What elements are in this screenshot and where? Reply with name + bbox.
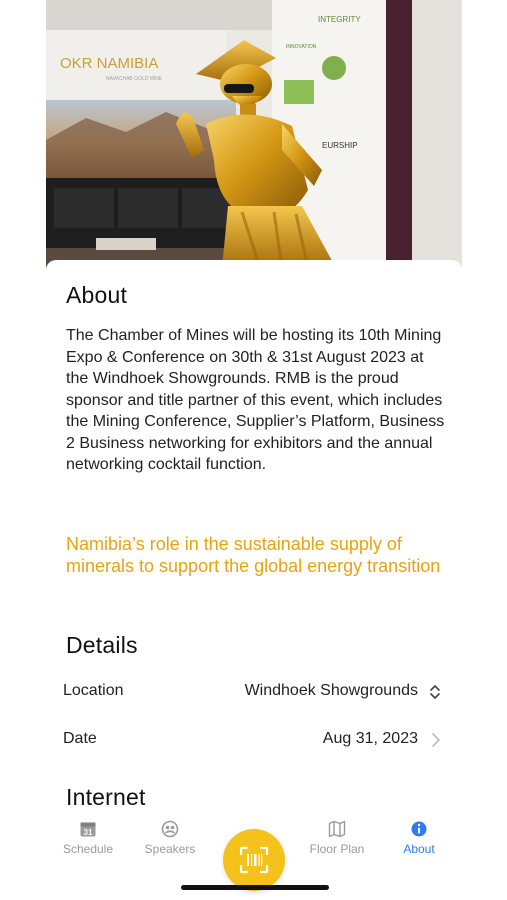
about-description: The Chamber of Mines will be hosting its… xyxy=(66,327,445,473)
svg-text:NAVACHAB GOLD MINE: NAVACHAB GOLD MINE xyxy=(106,76,163,82)
tab-floor-plan[interactable]: Floor Plan xyxy=(297,820,377,856)
barcode-scan-icon xyxy=(239,846,269,874)
location-label: Location xyxy=(63,682,124,699)
info-icon xyxy=(411,821,427,837)
event-theme: Namibia’s role in the sustainable supply… xyxy=(66,534,441,576)
chevron-right-icon xyxy=(432,733,440,747)
internet-heading: Internet xyxy=(66,784,146,810)
tab-floor-plan-label: Floor Plan xyxy=(309,842,365,856)
svg-text:OKR NAMIBIA: OKR NAMIBIA xyxy=(60,55,158,72)
tab-schedule[interactable]: 31 Schedule xyxy=(48,820,128,856)
up-down-chevron-icon xyxy=(430,685,440,699)
svg-text:INTEGRITY: INTEGRITY xyxy=(318,15,361,24)
details-heading: Details xyxy=(66,632,138,658)
location-value: Windhoek Showgrounds xyxy=(244,682,418,699)
hero-photo: OKR NAMIBIA NAVACHAB GOLD MINE INTEGRITY… xyxy=(46,0,462,268)
tab-about-label: About xyxy=(403,842,435,856)
svg-text:EURSHIP: EURSHIP xyxy=(322,141,358,150)
tab-speakers[interactable]: Speakers xyxy=(130,820,210,856)
date-value: Aug 31, 2023 xyxy=(322,730,418,747)
calendar-icon: 31 xyxy=(80,822,96,837)
event-hero-image: OKR NAMIBIA NAVACHAB GOLD MINE INTEGRITY… xyxy=(46,0,462,268)
home-indicator[interactable] xyxy=(181,885,329,890)
scan-badge-button[interactable] xyxy=(223,829,285,891)
date-row[interactable]: Date Aug 31, 2023 xyxy=(46,720,462,760)
svg-text:INNOVATION: INNOVATION xyxy=(286,44,317,50)
date-label: Date xyxy=(63,730,97,747)
location-row[interactable]: Location Windhoek Showgrounds xyxy=(46,672,462,712)
tab-schedule-label: Schedule xyxy=(62,842,114,856)
about-heading: About xyxy=(66,282,128,308)
svg-text:31: 31 xyxy=(84,828,93,837)
map-icon xyxy=(328,820,346,838)
tab-speakers-label: Speakers xyxy=(144,842,196,856)
speakers-icon xyxy=(161,820,179,838)
tab-about[interactable]: About xyxy=(379,820,459,856)
